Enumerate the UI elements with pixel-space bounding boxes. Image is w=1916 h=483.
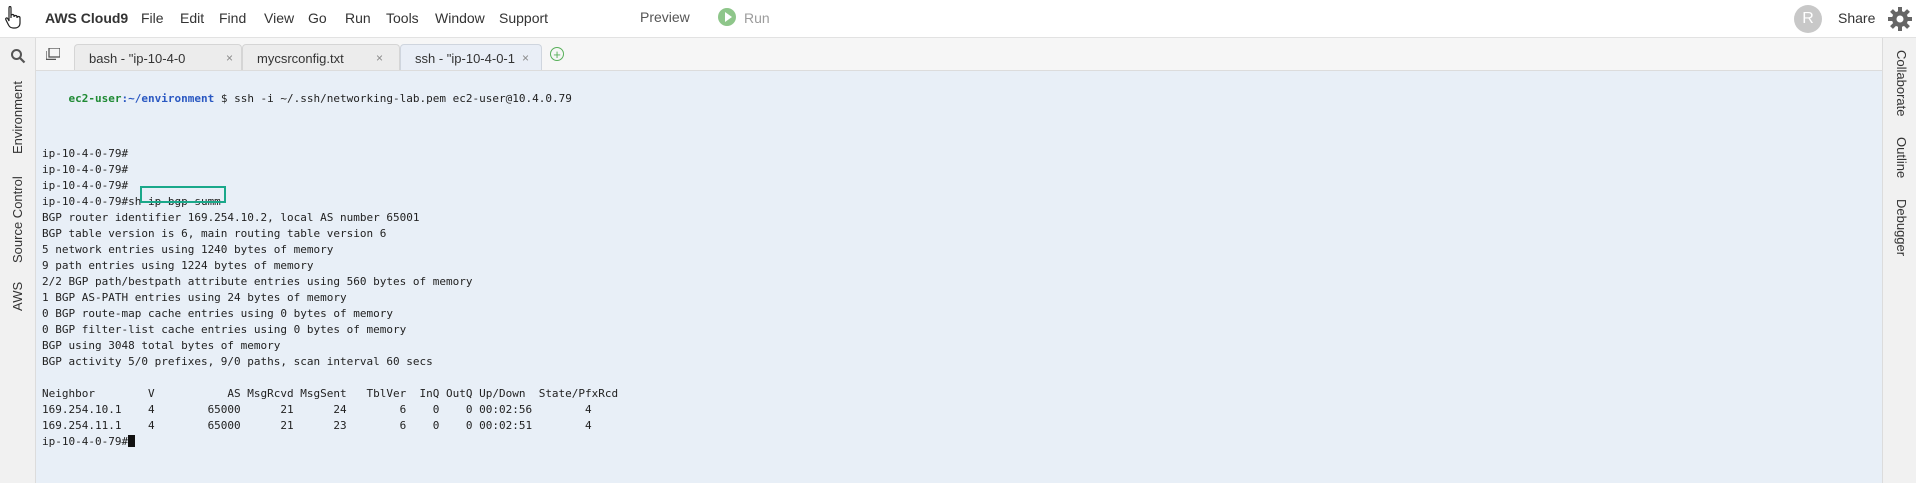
terminal-line: BGP activity 5/0 prefixes, 9/0 paths, sc… <box>42 355 433 368</box>
run-icon[interactable] <box>718 8 736 26</box>
terminal-line: 1 BGP AS-PATH entries using 24 bytes of … <box>42 291 347 304</box>
close-icon[interactable]: × <box>522 51 529 65</box>
terminal-line: BGP table version is 6, main routing tab… <box>42 227 387 240</box>
menu-file[interactable]: File <box>141 10 164 26</box>
terminal-command-line: ec2-user:~/environment $ ssh -i ~/.ssh/n… <box>42 75 572 105</box>
terminal-pane[interactable]: ec2-user:~/environment $ ssh -i ~/.ssh/n… <box>36 71 1882 483</box>
preview-button[interactable]: Preview <box>640 9 690 25</box>
menu-run[interactable]: Run <box>345 10 371 26</box>
tab-mycsrconfig[interactable]: mycsrconfig.txt × <box>242 44 400 70</box>
menu-view[interactable]: View <box>264 10 294 26</box>
avatar[interactable]: R <box>1794 5 1822 33</box>
terminal-cursor <box>128 435 136 447</box>
tab-label: ssh - "ip-10-4-0-1 <box>415 51 515 66</box>
terminal-line: ip-10-4-0-79# <box>42 147 129 160</box>
run-button[interactable]: Run <box>744 10 770 26</box>
terminal-line: 169.254.11.1 4 65000 21 23 6 0 0 00:02:5… <box>42 419 592 432</box>
sidebar-tab-environment[interactable]: Environment <box>10 81 25 154</box>
hand-cursor-icon <box>5 6 21 29</box>
menu-find[interactable]: Find <box>219 10 246 26</box>
prompt-user: ec2-user <box>68 92 122 105</box>
app-brand[interactable]: AWS Cloud9 <box>45 10 128 26</box>
menu-support[interactable]: Support <box>499 10 548 26</box>
terminal-line: 5 network entries using 1240 bytes of me… <box>42 243 334 256</box>
terminal-line: ip-10-4-0-79# <box>42 163 129 176</box>
terminal-line: 169.254.10.1 4 65000 21 24 6 0 0 00:02:5… <box>42 403 592 416</box>
tab-bash[interactable]: bash - "ip-10-4-0 × <box>74 44 242 70</box>
sidebar-tab-debugger[interactable]: Debugger <box>1894 199 1909 256</box>
sidebar-tab-aws[interactable]: AWS <box>10 282 25 311</box>
prompt-command: $ ssh -i ~/.ssh/networking-lab.pem ec2-u… <box>214 92 572 105</box>
tab-menu-icon[interactable] <box>46 48 60 60</box>
terminal-line: 0 BGP route-map cache entries using 0 by… <box>42 307 393 320</box>
terminal-line: Neighbor V AS MsgRcvd MsgSent TblVer InQ… <box>42 387 619 400</box>
sidebar-tab-outline[interactable]: Outline <box>1894 137 1909 178</box>
gear-icon[interactable] <box>1887 6 1913 32</box>
close-icon[interactable]: × <box>376 51 383 65</box>
tab-label: mycsrconfig.txt <box>257 51 344 66</box>
sidebar-tab-source-control[interactable]: Source Control <box>10 176 25 263</box>
terminal-line: 9 path entries using 1224 bytes of memor… <box>42 259 314 272</box>
add-tab-icon[interactable]: + <box>550 47 564 61</box>
editor-tab-bar: bash - "ip-10-4-0 × mycsrconfig.txt × ss… <box>36 38 1882 71</box>
terminal-line: ip-10-4-0-79# <box>42 434 136 450</box>
tab-label: bash - "ip-10-4-0 <box>89 51 186 66</box>
left-sidebar: Environment Source Control AWS <box>0 38 36 483</box>
terminal-line: ip-10-4-0-79# <box>42 179 129 192</box>
menu-go[interactable]: Go <box>308 10 327 26</box>
terminal-line: 0 BGP filter-list cache entries using 0 … <box>42 323 407 336</box>
menu-edit[interactable]: Edit <box>180 10 204 26</box>
terminal-line: 2/2 BGP path/bestpath attribute entries … <box>42 275 473 288</box>
menu-bar: AWS Cloud9 File Edit Find View Go Run To… <box>0 0 1916 38</box>
search-icon[interactable] <box>10 48 26 64</box>
menu-window[interactable]: Window <box>435 10 485 26</box>
terminal-prompt: ip-10-4-0-79# <box>42 435 129 448</box>
command-highlight-box <box>140 186 226 203</box>
terminal-line: BGP using 3048 total bytes of memory <box>42 339 281 352</box>
close-icon[interactable]: × <box>226 51 233 65</box>
tab-ssh-active[interactable]: ssh - "ip-10-4-0-1 × <box>400 44 542 70</box>
terminal-line: BGP router identifier 169.254.10.2, loca… <box>42 211 420 224</box>
sidebar-tab-collaborate[interactable]: Collaborate <box>1894 50 1909 117</box>
share-button[interactable]: Share <box>1838 10 1875 26</box>
prompt-path: :~/environment <box>121 92 215 105</box>
right-sidebar: Collaborate Outline Debugger <box>1882 38 1916 483</box>
menu-tools[interactable]: Tools <box>386 10 419 26</box>
